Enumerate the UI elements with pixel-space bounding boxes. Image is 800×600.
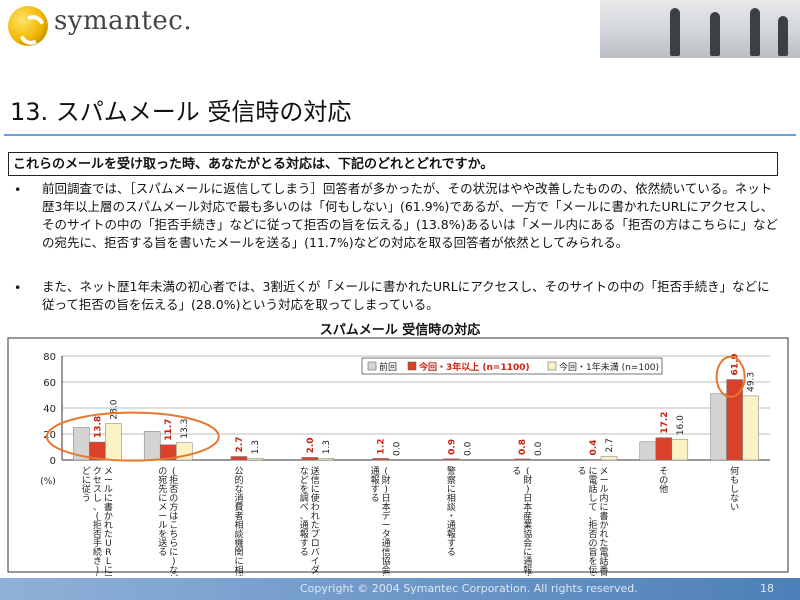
x-tick-char: に [382, 574, 391, 576]
x-tick-char: ど [169, 574, 178, 576]
slide-title: 13. スパムメール 受信時の対応 [10, 98, 352, 126]
data-label: 0.0 [463, 441, 473, 456]
x-tick-label: 何もしない [730, 465, 739, 513]
y-tick-label: 40 [43, 404, 56, 415]
bullet-icon: • [14, 280, 22, 295]
bar-series-3 [105, 423, 122, 461]
bar-series-2 [443, 458, 460, 461]
data-label: 0.4 [589, 440, 599, 456]
legend-swatch [547, 361, 557, 371]
paragraph-1: 前回調査では、［スパムメールに返信してしまう］回答者が多かったが、その状況はやや… [42, 181, 778, 250]
x-tick-char: 他 [659, 483, 668, 495]
data-label: 0.8 [518, 439, 528, 455]
data-label: 2.7 [235, 437, 245, 453]
bar-series-1 [639, 441, 657, 461]
x-tick-char: る [371, 493, 380, 504]
x-tick-char: る [158, 547, 167, 558]
data-label: 2.0 [306, 437, 316, 453]
legend-swatch [367, 361, 377, 371]
bar-series-2 [655, 437, 673, 461]
x-tick-char: 号 [599, 574, 608, 576]
bar-series-2 [301, 457, 319, 461]
bar-series-3 [317, 458, 335, 461]
paragraph-2: また、ネット歴1年未満の初心者では、3割近くが「メールに書かれたURLにアクセス… [42, 279, 770, 312]
data-label: 13.3 [180, 419, 190, 439]
bar-series-2 [513, 458, 531, 461]
symantec-logo-icon [8, 6, 48, 46]
legend-label: 前回 [379, 361, 397, 373]
x-tick-label: 警察に相談・通報する [447, 465, 456, 558]
data-label: 16.0 [676, 415, 686, 435]
data-label: 13.8 [93, 416, 103, 438]
bar-chart: 020406080(%)13.828.0メールに書かれたURLにアクセスし、(拒… [7, 337, 789, 576]
data-label: 1.3 [251, 440, 261, 454]
legend-label: 今回・3年以上 (n=1100) [418, 361, 530, 373]
x-tick-char: い [730, 503, 739, 513]
bar-series-3 [246, 458, 264, 461]
data-label: 1.2 [377, 438, 387, 454]
x-tick-char: す [523, 574, 532, 576]
brand-name: symantec. [54, 6, 193, 36]
bar-series-2 [230, 456, 248, 461]
x-tick-char: え [588, 574, 597, 576]
data-label: 28.0 [109, 399, 119, 419]
bar-series-1 [143, 431, 161, 461]
data-label: 11.7 [164, 419, 174, 441]
bar-series-3 [671, 438, 689, 461]
data-label: 0.0 [393, 441, 403, 456]
y-tick-label: 60 [43, 378, 56, 389]
data-label: 49.3 [747, 372, 757, 392]
data-label: 1.3 [322, 440, 332, 454]
bar-series-3 [600, 456, 618, 461]
legend-label: 今回・1年未満 (n=100) [559, 361, 659, 373]
data-label: 0.0 [534, 441, 544, 456]
y-axis-unit: (%) [40, 477, 56, 487]
x-tick-char: ー [311, 575, 320, 576]
y-tick-label: 80 [43, 352, 56, 363]
data-label: 17.2 [660, 411, 670, 433]
bar-series-3 [742, 395, 759, 461]
header-photo [600, 0, 800, 58]
header: symantec. [0, 0, 800, 62]
title-divider [4, 134, 796, 136]
x-tick-char: ア [104, 575, 113, 576]
x-tick-char: る [577, 466, 586, 477]
x-tick-char: る [300, 547, 309, 558]
x-tick-char: う [82, 493, 91, 504]
page-number: 18 [760, 582, 774, 595]
x-tick-char: な [93, 574, 102, 576]
x-tick-char: る [512, 466, 521, 477]
copyright-text: Copyright © 2004 Symantec Corporation. A… [300, 582, 638, 595]
x-tick-label: 公的な消費者相談機関に相談 [234, 466, 243, 576]
data-label: 0.9 [447, 439, 457, 455]
x-tick-label: その他 [659, 466, 668, 495]
bar-series-2 [372, 458, 389, 461]
y-tick-label: 0 [50, 456, 56, 467]
data-label: 2.7 [605, 438, 615, 452]
legend-swatch [407, 361, 417, 371]
bar-series-2 [584, 459, 602, 461]
bullet-icon: • [14, 182, 22, 197]
x-tick-char: る [447, 547, 456, 558]
bar-series-1 [710, 393, 727, 461]
question-box: これらのメールを受け取った時、あなたがとる対応は、下記のどれとどれですか。 [8, 152, 778, 176]
